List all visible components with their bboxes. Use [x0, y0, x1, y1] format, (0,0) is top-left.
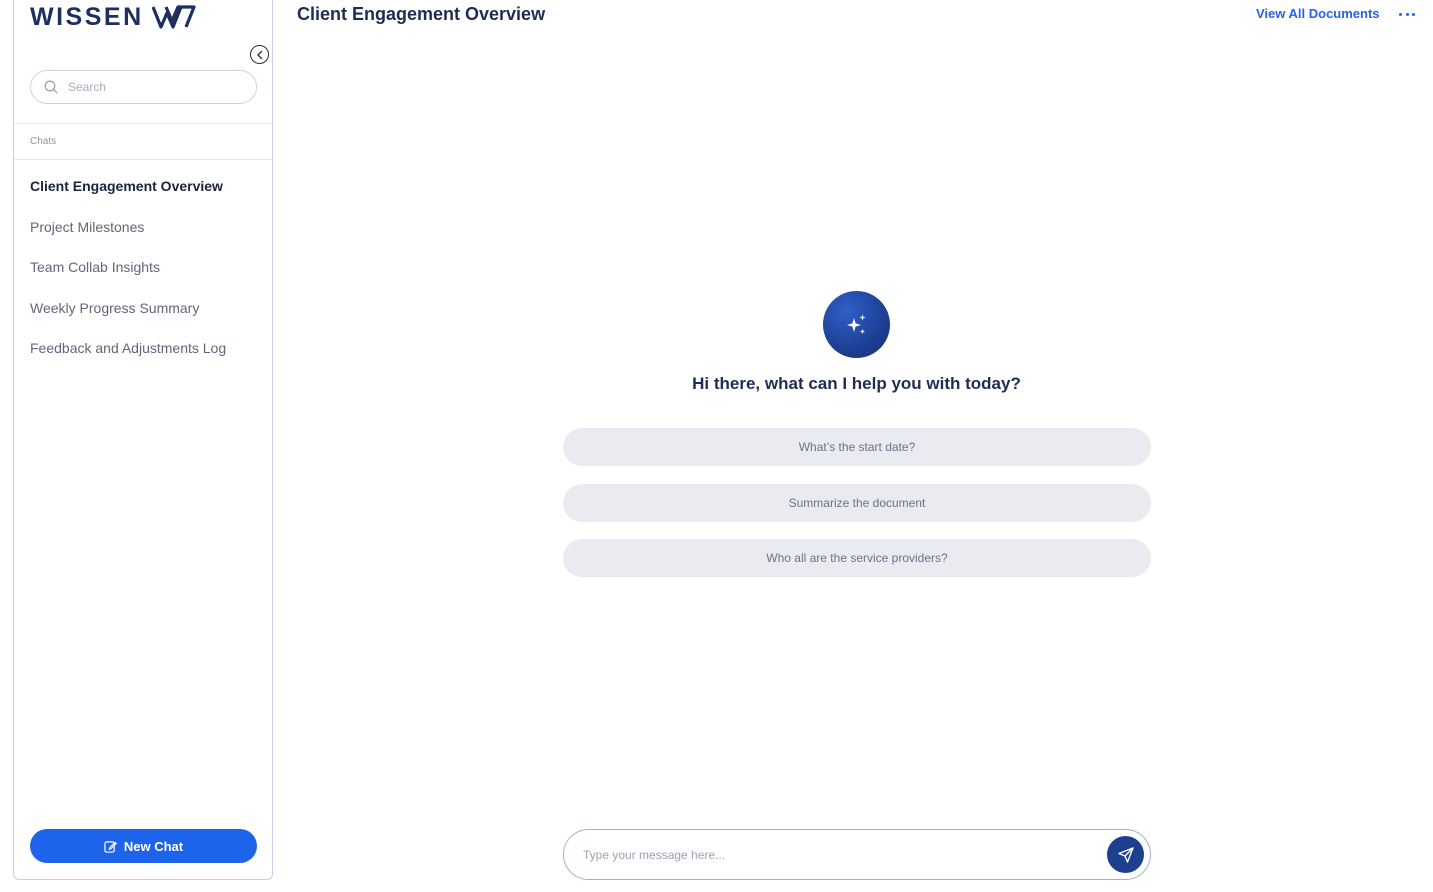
search-input[interactable]	[68, 80, 238, 94]
assistant-avatar	[823, 291, 890, 358]
suggestion-summarize-document[interactable]: Summarize the document	[563, 484, 1151, 522]
brand-name: WISSEN	[30, 2, 144, 31]
sparkles-icon	[846, 314, 865, 334]
sidebar: WISSEN Chats Client Engagement Overview …	[13, 0, 273, 880]
ellipsis-dot	[1412, 12, 1415, 16]
brand-logo: WISSEN	[30, 2, 196, 32]
suggestion-service-providers[interactable]: Who all are the service providers?	[563, 539, 1151, 577]
chevron-left-icon	[256, 50, 262, 59]
edit-icon	[104, 840, 117, 853]
search-field[interactable]	[30, 70, 257, 104]
chat-item-feedback-adjustments-log[interactable]: Feedback and Adjustments Log	[30, 340, 265, 381]
brand-mark-icon	[151, 5, 196, 29]
new-chat-button[interactable]: New Chat	[30, 829, 257, 863]
greeting-text: Hi there, what can I help you with today…	[692, 374, 1021, 393]
chat-item-client-engagement-overview[interactable]: Client Engagement Overview	[30, 178, 265, 219]
chat-list: Client Engagement Overview Project Miles…	[30, 178, 265, 381]
search-icon	[44, 80, 58, 94]
chat-item-team-collab-insights[interactable]: Team Collab Insights	[30, 259, 265, 300]
message-input[interactable]	[583, 847, 1083, 862]
new-chat-label: New Chat	[123, 838, 184, 854]
chat-item-project-milestones[interactable]: Project Milestones	[30, 219, 265, 260]
collapse-sidebar-button[interactable]	[250, 45, 269, 64]
send-button[interactable]	[1107, 836, 1144, 873]
send-icon	[1117, 846, 1134, 863]
ellipsis-dot	[1405, 12, 1409, 16]
chats-section-label: Chats	[30, 136, 57, 147]
chats-section-header: Chats	[14, 123, 272, 160]
chat-item-weekly-progress-summary[interactable]: Weekly Progress Summary	[30, 300, 265, 341]
ellipsis-icon	[1399, 12, 1402, 16]
more-options-button[interactable]	[1397, 6, 1417, 22]
page-title: Client Engagement Overview	[297, 4, 546, 24]
view-all-documents-link[interactable]: View All Documents	[1256, 6, 1380, 21]
message-composer	[563, 829, 1151, 880]
suggestion-start-date[interactable]: What’s the start date?	[563, 428, 1151, 466]
